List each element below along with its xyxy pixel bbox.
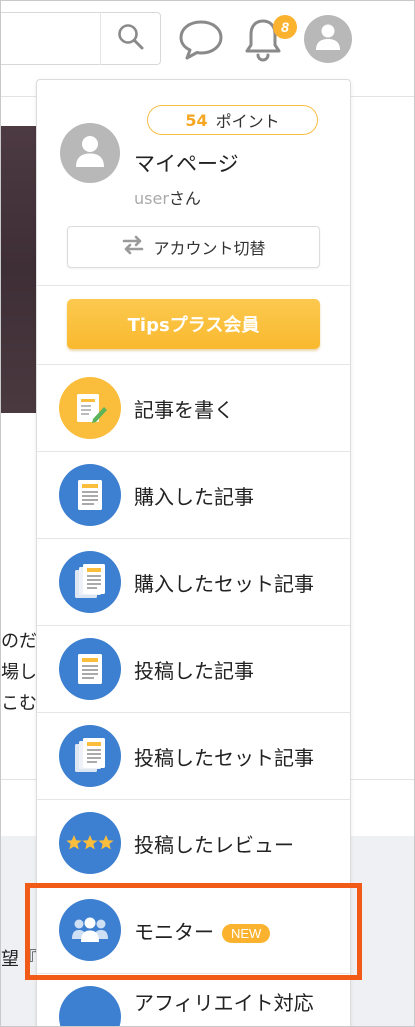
divider <box>37 285 350 286</box>
menu-item-label: アフィリエイト対応 <box>134 991 314 1015</box>
user-avatar-icon <box>74 134 106 172</box>
menu-item-label: 購入した記事 <box>134 484 254 509</box>
affiliate-icon <box>59 986 121 1026</box>
document-icon <box>59 638 121 700</box>
points-value: 54 <box>185 110 208 130</box>
switch-arrows-icon <box>121 234 153 260</box>
username: user <box>134 189 169 208</box>
background-text-line: 場しま <box>1 662 39 683</box>
mypage-link[interactable]: マイページ <box>134 148 239 178</box>
menu-item-label: 記事を書く <box>134 397 234 422</box>
user-avatar-icon <box>315 23 341 55</box>
search-button[interactable] <box>100 12 161 65</box>
username-label: userさん <box>134 185 201 209</box>
menu-item-label: 投稿したセット記事 <box>134 745 314 770</box>
switch-account-label: アカウント切替 <box>153 239 266 258</box>
username-suffix: さん <box>168 189 201 208</box>
menu-item-label: 投稿した記事 <box>134 658 254 683</box>
user-avatar-button[interactable] <box>304 15 352 63</box>
menu-item-posted-articles[interactable]: 投稿した記事 <box>37 625 350 713</box>
chat-bubble-icon[interactable] <box>177 17 225 63</box>
highlight-box <box>25 883 362 980</box>
menu-item-posted-set-articles[interactable]: 投稿したセット記事 <box>37 712 350 800</box>
write-article-icon <box>59 377 121 439</box>
review-stars-icon <box>59 812 121 874</box>
document-set-icon <box>59 725 121 787</box>
menu-item-write-article[interactable]: 記事を書く <box>37 364 350 452</box>
menu-item-label: 投稿したレビュー <box>134 832 294 857</box>
document-icon <box>59 464 121 526</box>
page-frame: のだ 場しま こむ 望『 8 <box>0 0 415 1027</box>
menu-item-affiliate[interactable]: アフィリエイト対応 <box>37 973 350 1026</box>
points-label: ポイント <box>215 112 280 131</box>
background-text-line: こむ <box>1 693 37 714</box>
search-icon <box>116 22 146 56</box>
menu-item-label: 購入したセット記事 <box>134 571 314 596</box>
menu-item-posted-reviews[interactable]: 投稿したレビュー <box>37 799 350 887</box>
document-set-icon <box>59 551 121 613</box>
points-badge[interactable]: 54 ポイント <box>147 105 318 135</box>
dropdown-user-avatar[interactable] <box>60 123 120 183</box>
background-text-line: のだ <box>1 631 37 652</box>
notification-count-badge: 8 <box>273 15 297 39</box>
tips-plus-button[interactable]: Tipsプラス会員 <box>67 299 320 349</box>
switch-account-button[interactable]: アカウント切替 <box>67 226 320 268</box>
menu-item-purchased-set-articles[interactable]: 購入したセット記事 <box>37 538 350 626</box>
menu-item-purchased-articles[interactable]: 購入した記事 <box>37 451 350 539</box>
background-article-image <box>1 126 39 413</box>
